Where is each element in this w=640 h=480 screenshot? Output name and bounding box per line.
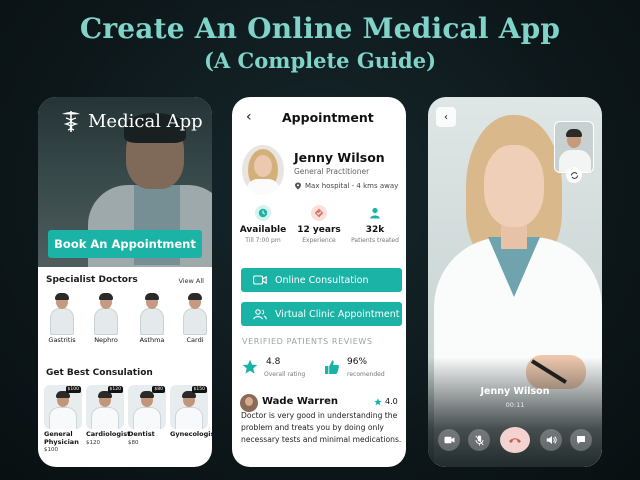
consult-card-image: $150 [170, 385, 208, 429]
stat-label: Patients treated [351, 237, 399, 244]
back-arrow-icon[interactable]: ‹ [436, 107, 456, 127]
consult-name: General Physician [44, 430, 79, 446]
home-screen: Medical App Book An Appointment Speciali… [38, 97, 212, 467]
headline-title: Create An Online Medical App [79, 12, 561, 45]
overall-rating-value: 4.8 [266, 357, 281, 367]
action-label: Virtual Clinic Appointment [275, 308, 400, 320]
consult-card[interactable]: $80 Dentist $80 [128, 385, 166, 457]
consult-list: $100 General Physician $100 $120 Cardiol… [44, 385, 212, 465]
caller-name: Jenny Wilson [480, 386, 550, 397]
consult-name: Dentist [128, 430, 155, 438]
end-call-button[interactable] [500, 427, 530, 453]
brand-logo: Medical App [60, 109, 203, 133]
review-text: Doctor is very good in understanding the… [241, 411, 402, 444]
price-badge: $100 [65, 386, 81, 393]
reviewer-name: Wade Warren [262, 396, 339, 407]
consult-name: Gynecologist [170, 430, 212, 438]
consult-card[interactable]: $150 Gynecologist [170, 385, 212, 457]
stat-label: Experience [302, 237, 336, 244]
specialist-item[interactable]: Gastritis [42, 291, 82, 349]
doctor-stats: Available Till 7:00 pm 12 years Experien… [236, 205, 402, 253]
view-all-link[interactable]: View All [178, 277, 204, 285]
recommended-label: recomended [347, 371, 385, 378]
brand-name: Medical App [88, 110, 203, 132]
speaker-icon[interactable] [540, 429, 562, 451]
review-score: 4.0 [385, 397, 398, 406]
rating-summary: 4.8 Overall rating 96% recomended [242, 355, 402, 385]
specialist-label: Gastritis [48, 336, 76, 344]
specialist-item[interactable]: Cardi [178, 291, 212, 349]
doctor-avatar [242, 145, 284, 195]
virtual-clinic-button[interactable]: Virtual Clinic Appointment [241, 302, 402, 326]
recommended-value: 96% [347, 357, 368, 367]
caduceus-icon [62, 111, 80, 132]
badge-icon [311, 205, 327, 221]
consult-card-image: $120 [86, 385, 124, 429]
specialists-title: Specialist Doctors [46, 275, 138, 285]
specialist-label: Nephro [94, 336, 118, 344]
specialists-list: Gastritis Nephro Asthma Cardi [42, 291, 212, 349]
consult-price: $120 [86, 439, 100, 446]
stat-label: Till 7:00 pm [245, 237, 281, 244]
users-icon [253, 308, 267, 319]
action-label: Online Consultation [275, 274, 369, 286]
star-icon [242, 359, 258, 374]
stat-value: 32k [365, 225, 385, 235]
book-appointment-button[interactable]: Book An Appointment [48, 230, 202, 258]
consult-price: $80 [128, 439, 139, 446]
camera-icon[interactable] [438, 429, 460, 451]
stat-experience: 12 years Experience [292, 205, 346, 244]
overall-rating-label: Overall rating [264, 371, 306, 378]
doctor-figure [48, 291, 76, 335]
end-call-icon [509, 438, 521, 443]
self-view-thumbnail[interactable] [554, 121, 594, 173]
call-controls [428, 427, 602, 457]
specialist-label: Asthma [139, 336, 165, 344]
stat-availability: Available Till 7:00 pm [236, 205, 290, 244]
price-badge: $120 [107, 386, 123, 393]
video-call-screen: ‹ Jenny Wilson 00:11 [428, 97, 602, 467]
reviews-title: VERIFIED PATIENTS REVIEWS [242, 337, 373, 346]
specialist-item[interactable]: Asthma [132, 291, 172, 349]
user-icon [367, 205, 383, 221]
consult-price: $100 [44, 447, 58, 453]
consult-card[interactable]: $120 Cardiologist $120 [86, 385, 131, 457]
price-badge: $80 [152, 386, 165, 393]
specialist-label: Cardi [186, 336, 204, 344]
price-badge: $150 [191, 386, 207, 393]
mic-off-icon[interactable] [468, 429, 490, 451]
star-icon [374, 398, 382, 406]
consult-card-image: $80 [128, 385, 166, 429]
thumbs-up-icon [325, 360, 339, 374]
stat-patients: 32k Patients treated [348, 205, 402, 244]
switch-camera-icon[interactable] [566, 167, 582, 183]
location-pin-icon [295, 182, 301, 190]
screen-title: Appointment [282, 110, 374, 125]
doctor-location: Max hospital - 4 kms away [294, 182, 398, 190]
back-arrow-icon[interactable]: ‹ [246, 109, 252, 125]
chat-icon[interactable] [570, 429, 592, 451]
video-icon [253, 275, 267, 285]
consult-title: Get Best Consulation [46, 368, 153, 378]
consult-card[interactable]: $100 General Physician $100 [44, 385, 82, 457]
doctor-figure [92, 291, 120, 335]
specialist-item[interactable]: Nephro [86, 291, 126, 349]
stat-value: 12 years [297, 225, 341, 235]
call-timer: 00:11 [505, 401, 525, 409]
doctor-figure [138, 291, 166, 335]
location-text: Max hospital - 4 kms away [305, 182, 399, 190]
doctor-figure [181, 291, 209, 335]
clock-icon [255, 205, 271, 221]
doctor-role: General Practitioner [294, 167, 370, 176]
online-consultation-button[interactable]: Online Consultation [241, 268, 402, 292]
headline-subtitle: (A Complete Guide) [203, 48, 437, 73]
doctor-name: Jenny Wilson [294, 150, 385, 165]
appointment-screen: ‹ Appointment Jenny Wilson General Pract… [232, 97, 406, 467]
consult-name: Cardiologist [86, 430, 131, 438]
stat-value: Available [239, 225, 287, 235]
consult-card-image: $100 [44, 385, 82, 429]
